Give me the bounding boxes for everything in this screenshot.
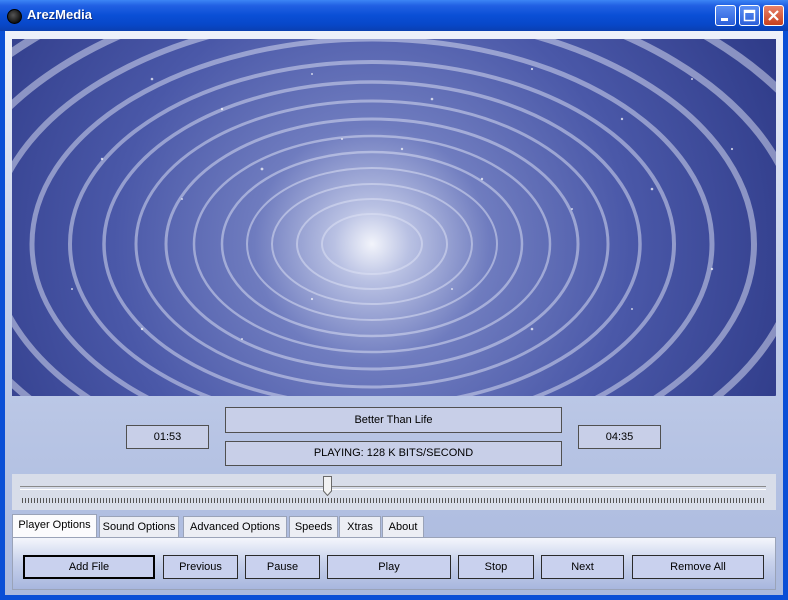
ripple-visualization-image	[12, 39, 776, 396]
title-bar[interactable]: ArezMedia	[0, 0, 788, 31]
tab-sound-options[interactable]: Sound Options	[99, 516, 179, 537]
add-file-button[interactable]: Add File	[23, 555, 155, 579]
close-icon	[768, 10, 779, 21]
window-frame-bottom	[0, 595, 788, 600]
maximize-icon	[743, 9, 756, 22]
window-frame-right	[783, 31, 788, 600]
app-logo-icon	[7, 9, 22, 24]
pause-button[interactable]: Pause	[245, 555, 320, 579]
seek-tick-marks	[22, 498, 766, 503]
remove-all-button[interactable]: Remove All	[632, 555, 764, 579]
seek-slider[interactable]	[12, 474, 776, 510]
tab-speeds[interactable]: Speeds	[289, 516, 338, 537]
seek-thumb-handle[interactable]	[322, 476, 332, 496]
tab-player-options[interactable]: Player Options	[12, 514, 97, 538]
stop-button[interactable]: Stop	[458, 555, 534, 579]
track-title-display: Better Than Life	[225, 407, 562, 433]
playback-status-display: PLAYING: 128 K BITS/SECOND	[225, 441, 562, 466]
window-title: ArezMedia	[27, 7, 93, 22]
total-time-display: 04:35	[578, 425, 661, 449]
play-button[interactable]: Play	[327, 555, 451, 579]
tab-about[interactable]: About	[382, 516, 424, 537]
minimize-icon	[721, 18, 728, 21]
tab-advanced-options[interactable]: Advanced Options	[183, 516, 287, 537]
video-visualization	[12, 39, 776, 396]
close-button[interactable]	[763, 5, 784, 26]
elapsed-time-display: 01:53	[126, 425, 209, 449]
tab-xtras[interactable]: Xtras	[339, 516, 381, 537]
seek-track[interactable]	[20, 486, 766, 490]
player-window: ArezMedia 01:53 Better Than Life PLAYING…	[0, 0, 788, 600]
previous-button[interactable]: Previous	[163, 555, 238, 579]
minimize-button[interactable]	[715, 5, 736, 26]
next-button[interactable]: Next	[541, 555, 624, 579]
maximize-button[interactable]	[739, 5, 760, 26]
